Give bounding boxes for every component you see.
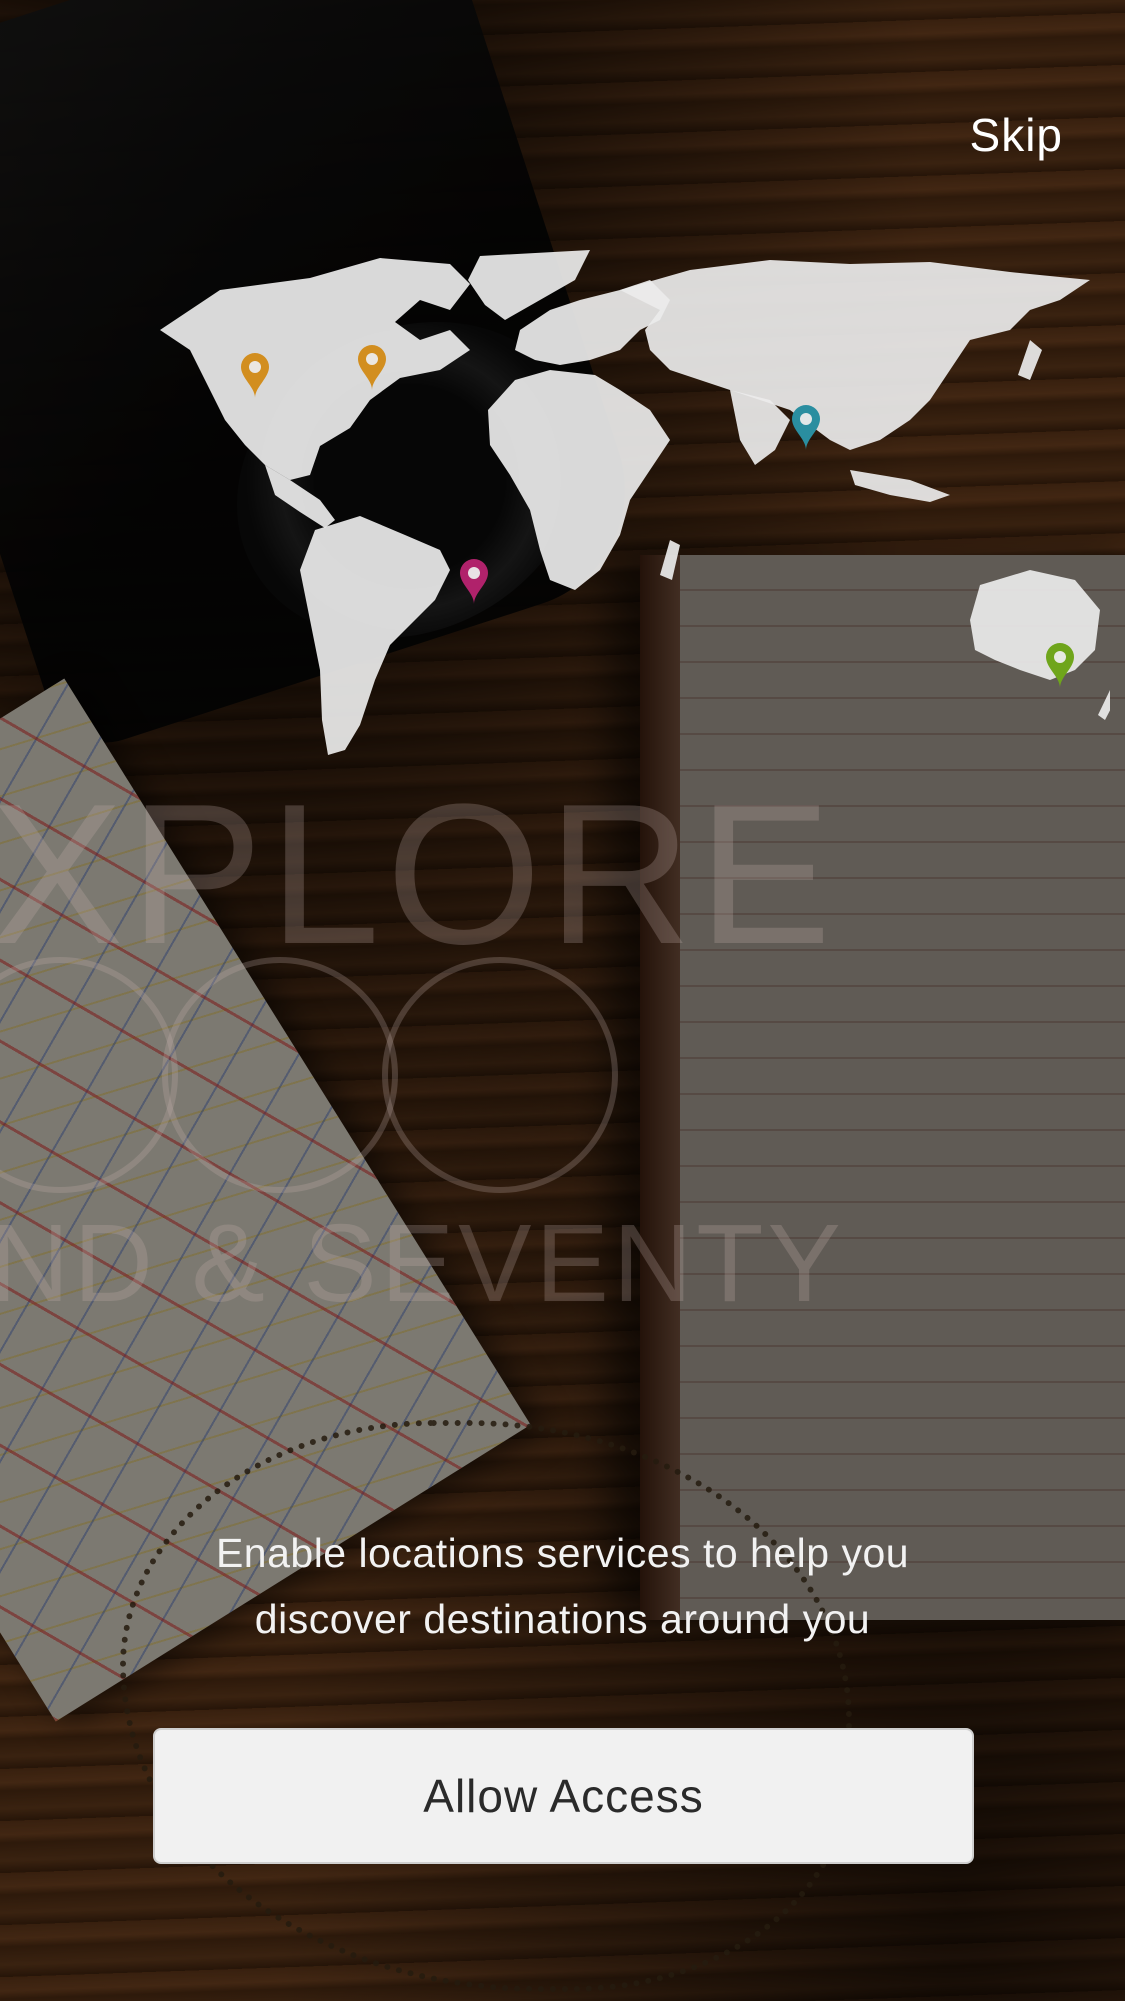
message-line-2: discover destinations around you	[254, 1596, 871, 1642]
pin-australia[interactable]	[1046, 643, 1074, 688]
message-line-1: Enable locations services to help you	[215, 1530, 910, 1576]
map-asia	[620, 260, 1090, 450]
map-madagascar	[660, 540, 680, 580]
pin-middle-east[interactable]	[792, 405, 820, 450]
map-australia	[970, 570, 1100, 680]
pin-south-america[interactable]	[460, 559, 488, 604]
map-indonesia	[850, 470, 950, 502]
map-south-america	[300, 516, 450, 755]
world-map	[160, 250, 1110, 755]
map-new-zealand	[1098, 690, 1110, 720]
map-japan	[1018, 340, 1042, 380]
map-north-america	[160, 258, 470, 480]
map-africa	[488, 370, 670, 590]
location-permission-message: Enable locations services to help you di…	[0, 1520, 1125, 1652]
skip-button[interactable]: Skip	[970, 108, 1063, 162]
allow-access-button[interactable]: Allow Access	[153, 1728, 974, 1864]
